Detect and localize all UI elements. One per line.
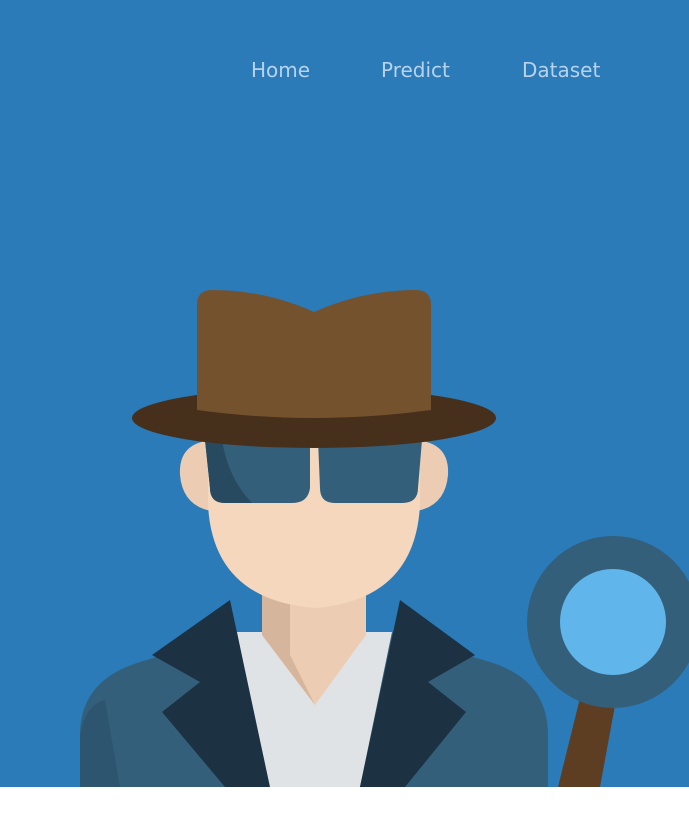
page: Home Predict Dataset [0, 0, 689, 821]
footer-strip [0, 787, 689, 821]
hero-section: Home Predict Dataset [0, 0, 689, 787]
detective-illustration [80, 290, 689, 787]
magnifying-glass-icon [527, 536, 689, 787]
detective-icon [80, 290, 548, 787]
